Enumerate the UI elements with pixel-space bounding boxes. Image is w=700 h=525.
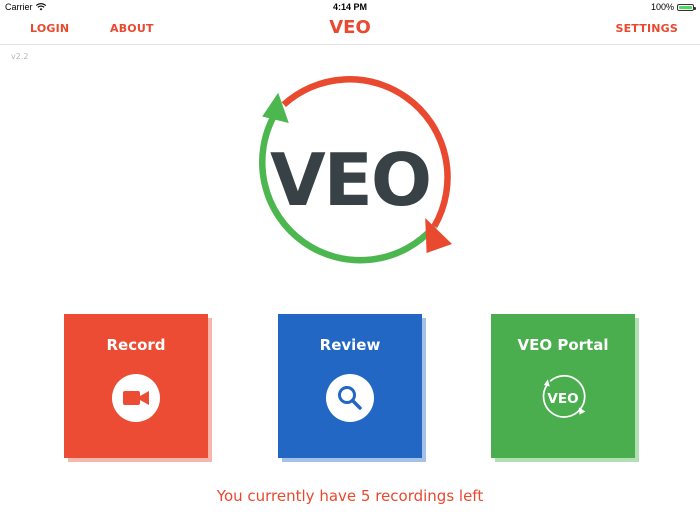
review-label: Review <box>319 336 381 354</box>
logo-text: VEO <box>269 138 432 222</box>
settings-button[interactable]: SETTINGS <box>615 22 678 35</box>
record-tile-button[interactable]: Record <box>64 314 208 458</box>
magnifier-icon <box>326 374 374 422</box>
veo-portal-label: VEO Portal <box>517 336 609 354</box>
battery-indicator: 100% <box>650 2 696 12</box>
veo-logo: VEO <box>230 58 470 298</box>
battery-icon <box>677 3 696 11</box>
veo-portal-icon-text: VEO <box>547 391 578 407</box>
status-time: 4:14 PM <box>332 2 367 12</box>
record-label: Record <box>106 336 166 354</box>
video-camera-icon <box>112 374 160 422</box>
recordings-remaining-text: You currently have 5 recordings left <box>216 487 484 505</box>
veo-logo-icon: VEO <box>542 374 586 418</box>
nav-bar: LOGIN ABOUT VEO SETTINGS <box>0 14 700 45</box>
status-bar: Carrier 4:14 PM 100% <box>0 0 700 14</box>
review-tile-button[interactable]: Review <box>278 314 422 458</box>
battery-fill <box>679 5 692 9</box>
veo-portal-tile-button[interactable]: VEO Portal VEO <box>491 314 635 458</box>
app-title: VEO <box>329 17 371 38</box>
battery-percent: 100% <box>650 2 674 12</box>
version-label: v2.2 <box>11 52 29 61</box>
